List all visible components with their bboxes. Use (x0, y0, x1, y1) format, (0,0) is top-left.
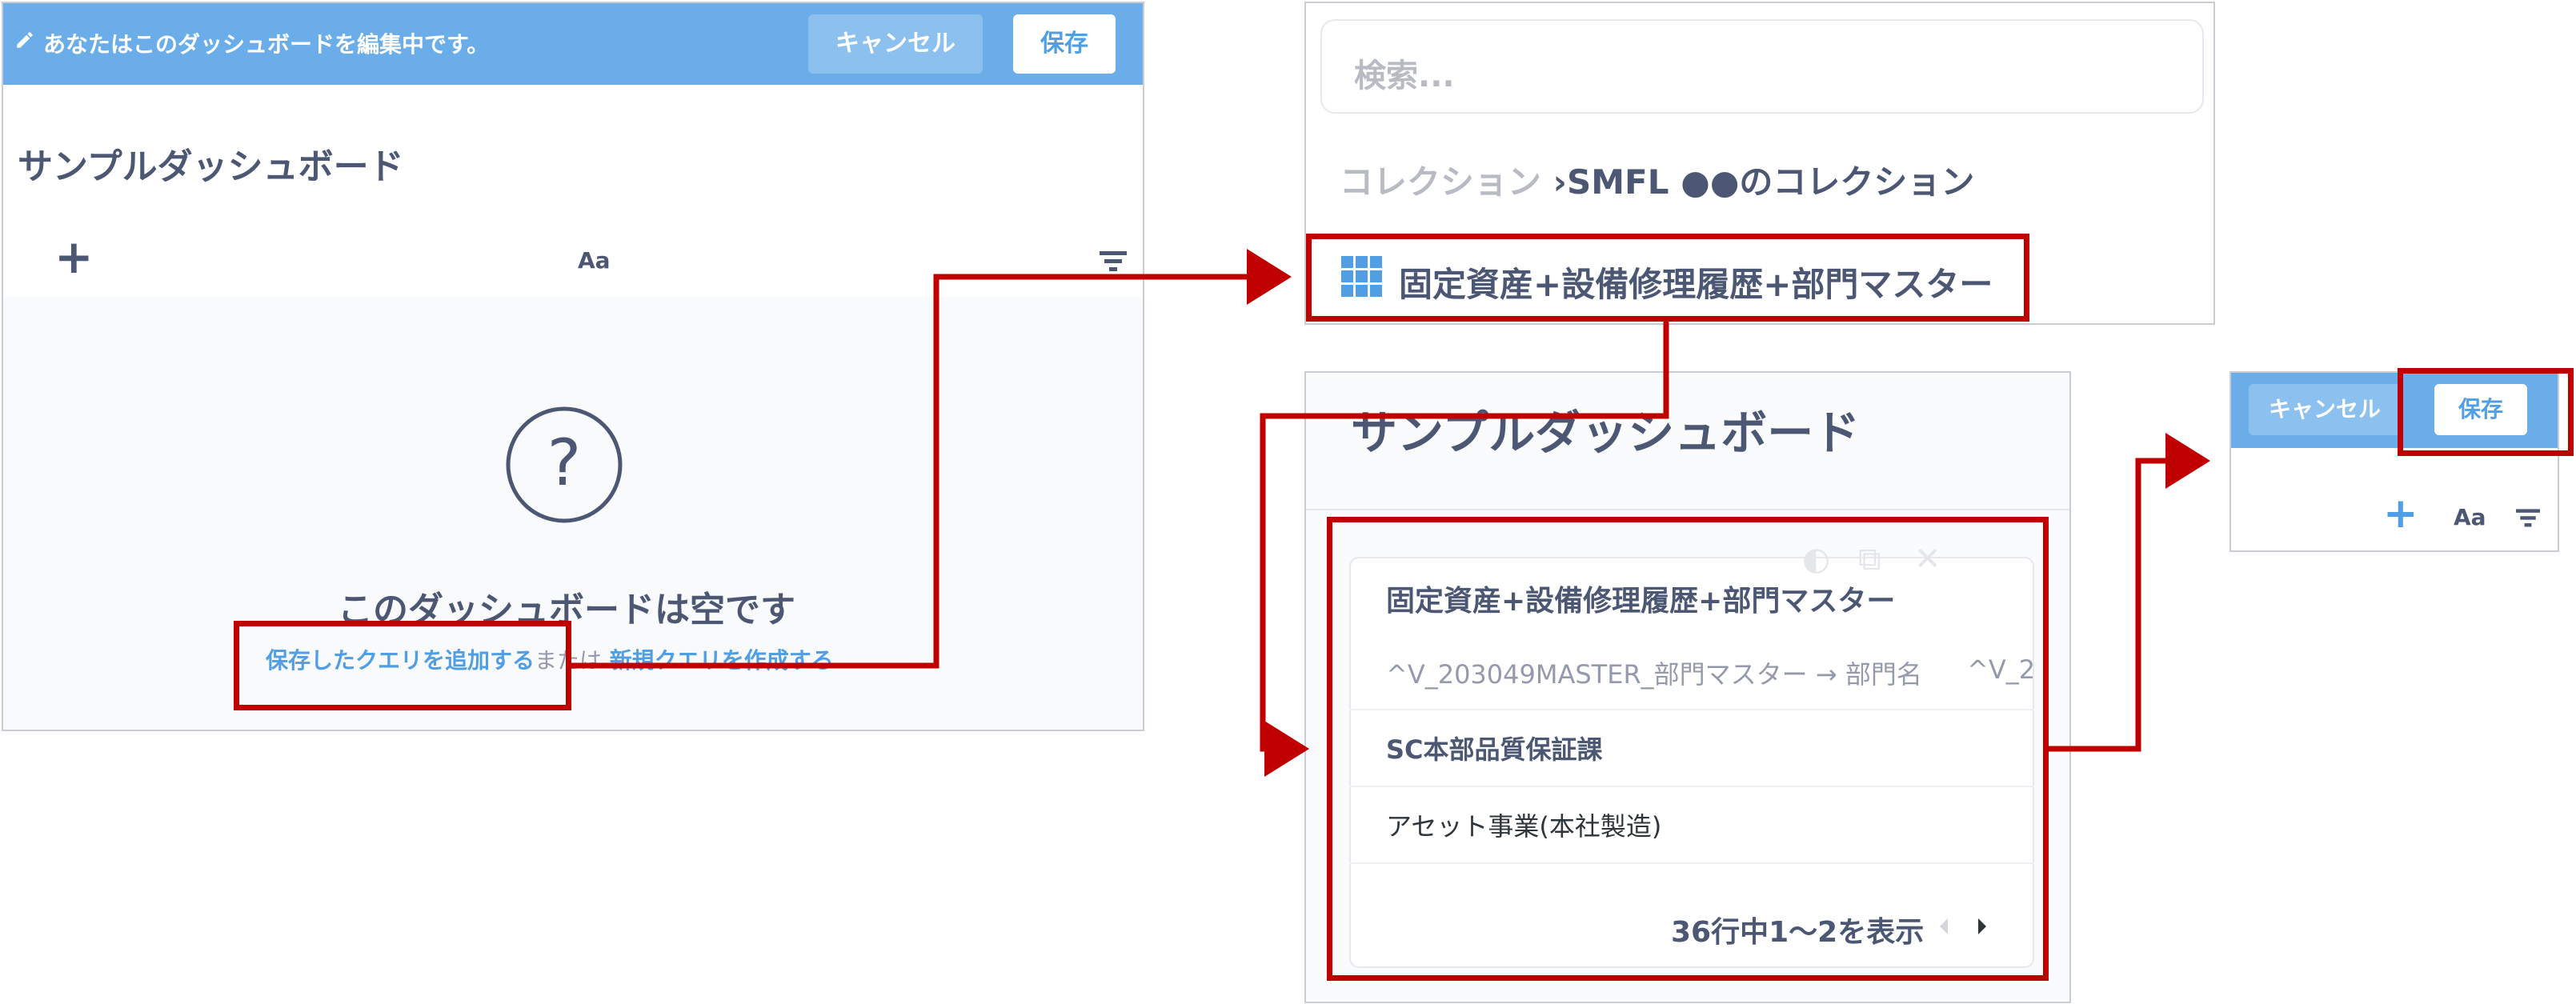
flow-arrows (571, 249, 2210, 777)
